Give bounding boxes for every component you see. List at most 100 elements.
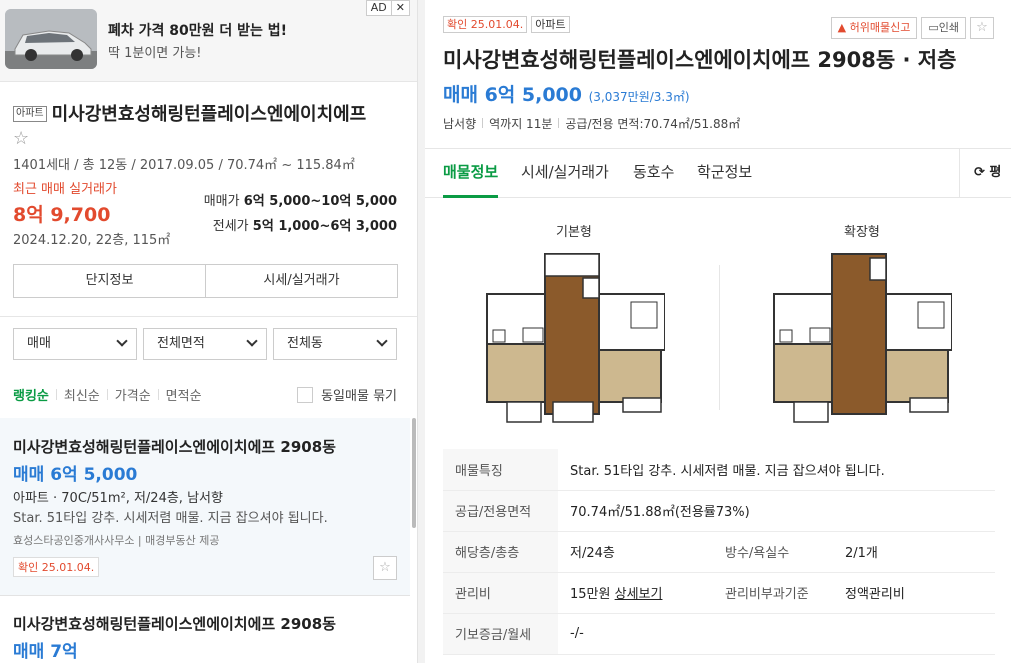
recent-trade-date: 2024.12.20, 22층, 115㎡ <box>13 233 171 248</box>
favorite-star-icon[interactable]: ☆ <box>373 556 397 580</box>
area-label: 공급/전용면적 <box>443 490 558 532</box>
group-same-listings[interactable]: 동일매물 묶기 <box>297 385 397 404</box>
tab-unit-number[interactable]: 동호수 <box>633 149 674 198</box>
fee-value: 15만원 상세보기 <box>558 572 713 614</box>
complex-header: 아파트 미사강변효성해링턴플레이스엔에이치에프 ☆ 1401세대 / 총 12동 … <box>13 100 408 173</box>
sale-price-label: 매매가 <box>203 194 240 209</box>
fee-basis-value: 정액관리비 <box>833 572 995 614</box>
report-button[interactable]: ▲ 허위매물신고 <box>830 17 918 39</box>
detail-badges: 확인 25.01.04. 아파트 <box>443 16 570 33</box>
table-row: 공급/전용면적 70.74㎡/51.88㎡(전용률73%) <box>443 490 995 532</box>
scrollbar[interactable] <box>412 418 416 528</box>
listing-price: 매매 6억 5,000 <box>13 465 138 485</box>
sort-price[interactable]: 가격순 <box>108 385 158 404</box>
list-item[interactable]: 미사강변효성해링턴플레이스엔에이치에프 2908동 매매 6억 5,000 아파… <box>0 418 410 596</box>
group-label: 동일매물 묶기 <box>321 389 397 404</box>
floor-plan-extended[interactable] <box>770 250 952 425</box>
area-value: 70.74㎡/51.88㎡(전용률73%) <box>558 490 995 532</box>
market-price-button[interactable]: 시세/실거래가 <box>205 265 397 297</box>
listing-description: Star. 51타입 강추. 시세저렴 매물. 지금 잡으셔야 됩니다. <box>13 511 328 526</box>
detail-panel: 확인 25.01.04. 아파트 ▲ 허위매물신고 ▭인쇄 ☆ 미사강변효성해링… <box>425 0 1011 663</box>
table-row: 해당층/총층 저/24층 방수/욕실수 2/1개 <box>443 531 995 573</box>
building-value: 전체동 <box>287 336 323 351</box>
detail-price: 매매 6억 5,000 (3,037만원/3.3㎡) <box>443 80 690 107</box>
complex-tab-buttons: 단지정보 시세/실거래가 <box>13 264 398 298</box>
sort-ranking[interactable]: 랭킹순 <box>13 385 56 404</box>
sale-price-range: 매매가 6억 5,000~10억 5,000 <box>204 190 397 209</box>
listing-price: 매매 7억 <box>13 642 78 662</box>
trade-type-select[interactable]: 매매 <box>13 328 137 360</box>
detail-actions: ▲ 허위매물신고 ▭인쇄 ☆ <box>830 17 994 39</box>
rooms-label: 방수/욕실수 <box>713 531 833 573</box>
price-per-pyeong: (3,037만원/3.3㎡) <box>588 90 690 104</box>
tab-school-info[interactable]: 학군정보 <box>697 149 752 198</box>
sort-options: 랭킹순 최신순 가격순 면적순 <box>13 385 209 404</box>
jeonse-price-value: 5억 1,000~6억 3,000 <box>252 219 397 234</box>
sort-latest[interactable]: 최신순 <box>57 385 107 404</box>
divider <box>558 118 560 128</box>
chevron-down-icon <box>376 335 388 347</box>
floor-plan-basic[interactable] <box>483 250 665 425</box>
report-label: 허위매물신고 <box>849 21 911 34</box>
property-type-badge: 아파트 <box>531 16 570 33</box>
complex-info-button[interactable]: 단지정보 <box>14 265 205 297</box>
sort-area[interactable]: 면적순 <box>159 385 209 404</box>
building-select[interactable]: 전체동 <box>273 328 397 360</box>
fee-amount: 15만원 <box>570 587 611 602</box>
fee-label: 관리비 <box>443 572 558 614</box>
tab-market-price[interactable]: 시세/실거래가 <box>521 149 609 198</box>
floor-label: 해당층/총층 <box>443 531 558 573</box>
recent-trade-label: 최근 매매 실거래가 <box>13 182 117 197</box>
ad-subtitle[interactable]: 딱 1분이면 가능! <box>108 42 202 61</box>
confirm-badge: 확인 25.01.04. <box>443 16 528 33</box>
ad-title[interactable]: 폐차 가격 80만원 더 받는 법! <box>108 20 287 40</box>
chevron-down-icon <box>246 335 258 347</box>
jeonse-price-range: 전세가 5억 1,000~6억 3,000 <box>213 215 397 234</box>
pyeong-toggle-button[interactable]: ⟳ 평 <box>959 149 1011 198</box>
tab-listing-info[interactable]: 매물정보 <box>443 149 499 198</box>
detail-price-value: 매매 6억 5,000 <box>443 84 582 106</box>
detail-tabs: 매물정보 시세/실거래가 동호수 학군정보 ⟳ 평 <box>425 148 1011 198</box>
rooms-value: 2/1개 <box>833 531 995 573</box>
recent-trade-price: 8억 9,700 <box>13 204 111 226</box>
trade-type-value: 매매 <box>27 336 51 351</box>
listing-name[interactable]: 미사강변효성해링턴플레이스엔에이치에프 2908동 <box>13 613 336 634</box>
complex-name[interactable]: 미사강변효성해링턴플레이스엔에이치에프 <box>52 104 367 125</box>
table-row: 기보증금/월세 -/- <box>443 613 995 655</box>
feature-label: 매물특징 <box>443 449 558 491</box>
plan-label-basic: 기본형 <box>556 225 592 240</box>
panel-gap <box>418 0 425 663</box>
favorite-star-icon[interactable]: ☆ <box>970 17 994 39</box>
detail-title: 미사강변효성해링턴플레이스엔에이치에프 2908동 · 저층 <box>443 48 957 72</box>
filter-bar: 매매 전체면적 전체동 <box>13 328 397 360</box>
print-icon: ▭ <box>928 21 939 34</box>
siren-icon: ▲ <box>837 21 847 34</box>
floor-value: 저/24층 <box>558 531 713 573</box>
feature-value: Star. 51타입 강추. 시세저렴 매물. 지금 잡으셔야 됩니다. <box>558 449 995 491</box>
divider <box>719 265 720 410</box>
ad-close-icon[interactable]: ✕ <box>390 1 409 15</box>
detail-info: 남서향 역까지 11분 공급/전용 면적:70.74㎡/51.88㎡ <box>443 115 740 132</box>
chevron-down-icon <box>116 335 128 347</box>
table-row: 매물특징 Star. 51타입 강추. 시세저렴 매물. 지금 잡으셔야 됩니다… <box>443 449 995 491</box>
listing-spec: 아파트 · 70C/51m², 저/24층, 남서향 <box>13 491 223 506</box>
area-select[interactable]: 전체면적 <box>143 328 267 360</box>
group-checkbox[interactable] <box>297 386 314 403</box>
station-distance: 역까지 11분 <box>489 117 553 131</box>
listing-agent: 효성스타공인중개사사무소 | 매경부동산 제공 <box>13 534 220 547</box>
deposit-label: 기보증금/월세 <box>443 613 558 655</box>
deposit-value: -/- <box>558 613 995 655</box>
print-label: 인쇄 <box>938 21 959 34</box>
fee-detail-link[interactable]: 상세보기 <box>615 587 663 602</box>
ad-car-image[interactable] <box>5 9 97 69</box>
area-value: 전체면적 <box>157 336 205 351</box>
complex-info: 1401세대 / 총 12동 / 2017.09.05 / 70.74㎡ ~ 1… <box>13 158 355 173</box>
listing-name[interactable]: 미사강변효성해링턴플레이스엔에이치에프 2908동 <box>13 436 336 457</box>
favorite-star-icon[interactable]: ☆ <box>13 130 408 148</box>
divider <box>0 316 417 317</box>
ad-tag: AD ✕ <box>365 0 410 16</box>
listing-panel: 폐차 가격 80만원 더 받는 법! 딱 1분이면 가능! AD ✕ 아파트미사… <box>0 0 418 663</box>
complex-type-badge: 아파트 <box>13 106 47 122</box>
ad-banner[interactable]: 폐차 가격 80만원 더 받는 법! 딱 1분이면 가능! AD ✕ <box>0 0 417 82</box>
print-button[interactable]: ▭인쇄 <box>921 17 966 39</box>
